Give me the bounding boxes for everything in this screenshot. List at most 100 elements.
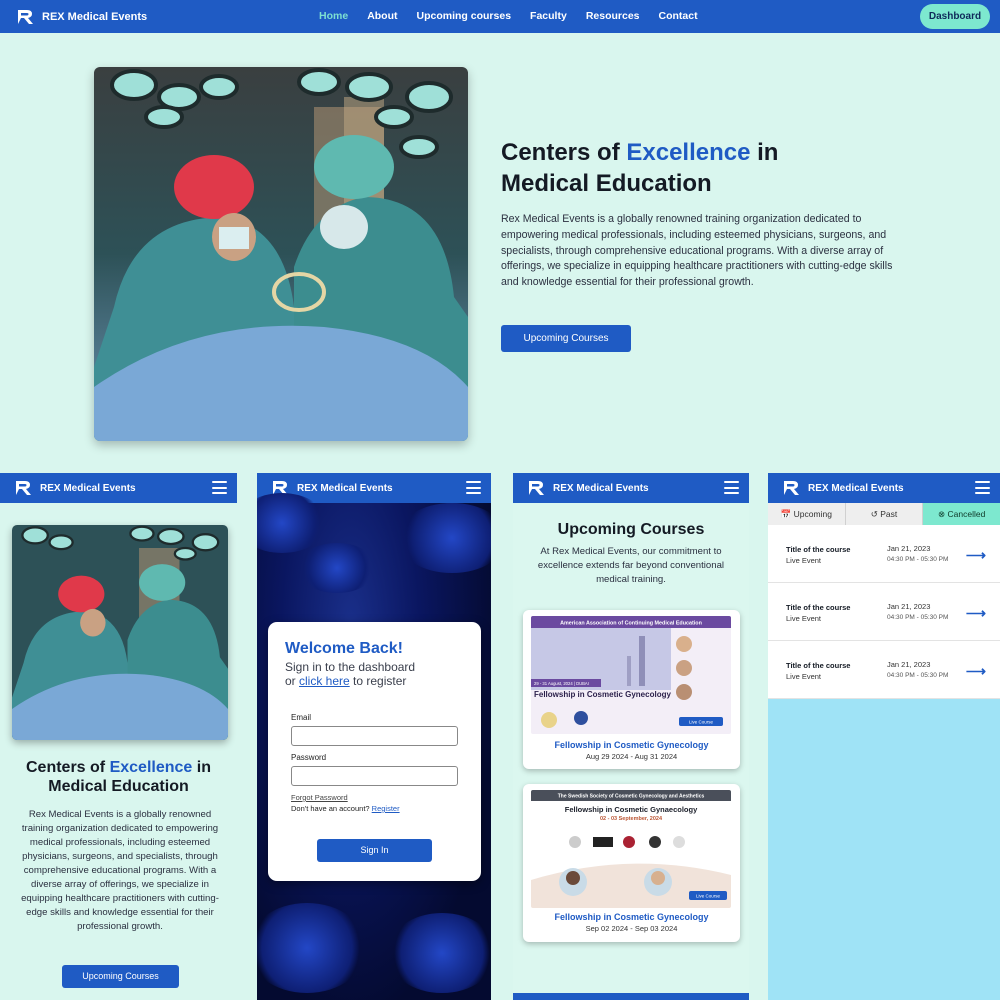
tab-upcoming-label: Upcoming <box>793 509 832 519</box>
event-time: 04:30 PM - 05:30 PM <box>887 614 949 621</box>
event-tabs: 📅 Upcoming ↺ Past ⊗ Cancelled <box>768 503 1000 525</box>
mobile-upcoming-courses-button[interactable]: Upcoming Courses <box>62 965 179 988</box>
event-date: Jan 21, 2023 <box>887 660 931 669</box>
poster-title: Fellowship in Cosmetic Gynaecology <box>565 805 698 814</box>
mobile-brand[interactable]: REX Medical Events <box>527 479 649 497</box>
nav-resources[interactable]: Resources <box>586 10 640 22</box>
hero-title-suffix: in <box>192 759 211 776</box>
hero-description: Rex Medical Events is a globally renowne… <box>501 213 893 289</box>
course-dates: Aug 29 2024 - Aug 31 2024 <box>585 752 678 761</box>
course-poster-image: American Association of Continuing Medic… <box>531 616 731 734</box>
login-card: Welcome Back! Sign in to the dashboard o… <box>268 622 481 881</box>
login-subtitle-or: or <box>285 674 300 688</box>
email-label: Email <box>291 713 312 722</box>
nav-home[interactable]: Home <box>319 10 348 22</box>
event-row[interactable]: Title of the course Live Event Jan 21, 2… <box>768 583 1000 641</box>
poster-header: American Association of Continuing Medic… <box>560 621 702 627</box>
rex-logo-icon <box>16 481 31 495</box>
event-date: Jan 21, 2023 <box>887 602 931 611</box>
poster-date: 29 - 31 August, 2024 | DUBAI <box>534 681 589 686</box>
event-type: Live Event <box>786 614 822 623</box>
login-title: Welcome Back! <box>285 640 403 657</box>
brand-name: REX Medical Events <box>297 482 393 494</box>
event-type: Live Event <box>786 672 822 681</box>
arrow-right-icon[interactable]: ⟶ <box>966 605 986 622</box>
register-link[interactable]: click here <box>299 674 350 688</box>
event-date: Jan 21, 2023 <box>887 544 931 553</box>
brand-name: REX Medical Events <box>553 482 649 494</box>
tab-cancelled[interactable]: ⊗ Cancelled <box>923 503 1000 525</box>
tab-past-label: Past <box>880 509 898 519</box>
event-row[interactable]: Title of the course Live Event Jan 21, 2… <box>768 641 1000 699</box>
hero-title-line2: Medical Education <box>501 170 712 197</box>
mobile-navbar: REX Medical Events <box>768 473 1000 503</box>
event-title: Title of the course <box>786 603 851 612</box>
email-field[interactable] <box>291 726 458 746</box>
mobile-hero-image <box>12 525 228 740</box>
tab-past[interactable]: ↺ Past <box>845 503 924 525</box>
no-account-label: Don't have an account? <box>291 804 372 813</box>
calendar-icon: 📅 <box>780 509 792 519</box>
poster-badge: Live Course <box>689 720 714 725</box>
rex-logo-icon <box>18 10 33 24</box>
nav-upcoming-courses[interactable]: Upcoming courses <box>417 10 512 22</box>
mobile-navbar: REX Medical Events <box>513 473 749 503</box>
mobile-hero-description: Rex Medical Events is a globally renowne… <box>21 809 219 932</box>
course-card[interactable]: The Swedish Society of Cosmetic Gynecolo… <box>523 784 740 942</box>
password-label: Password <box>291 753 327 762</box>
rex-logo-icon <box>529 481 544 495</box>
sign-in-button[interactable]: Sign In <box>317 839 432 862</box>
event-row[interactable]: Title of the course Live Event Jan 21, 2… <box>768 525 1000 583</box>
poster-badge: Live Course <box>696 894 721 899</box>
brand-name: REX Medical Events <box>808 482 904 494</box>
poster-date: 02 - 03 September, 2024 <box>600 816 663 822</box>
rex-logo-icon <box>784 481 799 495</box>
mobile-login-panel: REX Medical Events Welcome Back! Sign in… <box>257 473 491 1000</box>
footer-bar <box>513 993 749 1000</box>
top-navbar: REX Medical Events Home About Upcoming c… <box>0 0 1000 33</box>
mobile-brand[interactable]: REX Medical Events <box>14 479 136 497</box>
login-subtitle: Sign in to the dashboard or click here t… <box>285 660 465 688</box>
mobile-navbar: REX Medical Events <box>0 473 237 503</box>
hero-title-accent: Excellence <box>109 759 193 776</box>
nav-links: Home About Upcoming courses Faculty Reso… <box>319 10 698 22</box>
course-dates: Sep 02 2024 - Sep 03 2024 <box>585 924 678 933</box>
forgot-password-link[interactable]: Forgot Password <box>291 793 348 802</box>
mobile-courses-panel: REX Medical Events Upcoming Courses At R… <box>513 473 749 1000</box>
brand[interactable]: REX Medical Events <box>16 8 147 26</box>
mobile-home-panel: REX Medical Events Centers of Excellence… <box>0 473 237 1000</box>
mobile-brand[interactable]: REX Medical Events <box>782 479 904 497</box>
mobile-events-panel: REX Medical Events 📅 Upcoming ↺ Past ⊗ C… <box>768 473 1000 1000</box>
arrow-right-icon[interactable]: ⟶ <box>966 663 986 680</box>
arrow-right-icon[interactable]: ⟶ <box>966 547 986 564</box>
register-link-small[interactable]: Register <box>372 804 400 813</box>
nav-contact[interactable]: Contact <box>659 10 698 22</box>
course-card[interactable]: American Association of Continuing Medic… <box>523 610 740 769</box>
hamburger-menu-icon[interactable] <box>975 481 990 494</box>
dashboard-button[interactable]: Dashboard <box>920 4 990 29</box>
upcoming-courses-button[interactable]: Upcoming Courses <box>501 325 631 352</box>
event-list: Title of the course Live Event Jan 21, 2… <box>768 525 1000 699</box>
hero-title: Centers of Excellence in Medical Educatio… <box>501 137 861 199</box>
tab-upcoming[interactable]: 📅 Upcoming <box>768 503 846 525</box>
event-time: 04:30 PM - 05:30 PM <box>887 672 949 679</box>
hero-title-prefix: Centers of <box>26 759 110 776</box>
hamburger-menu-icon[interactable] <box>724 481 739 494</box>
nav-faculty[interactable]: Faculty <box>530 10 567 22</box>
hero-title-line2: Medical Education <box>48 778 189 795</box>
course-name: Fellowship in Cosmetic Gynecology <box>554 740 709 750</box>
hero-image-surgeons <box>94 67 468 441</box>
brand-name: REX Medical Events <box>42 11 148 23</box>
tab-cancelled-label: Cancelled <box>947 509 986 519</box>
password-field[interactable] <box>291 766 458 786</box>
hamburger-menu-icon[interactable] <box>212 481 227 494</box>
poster-header: The Swedish Society of Cosmetic Gynecolo… <box>558 794 705 800</box>
hero-title-prefix: Centers of <box>501 139 627 166</box>
hamburger-menu-icon[interactable] <box>466 481 481 494</box>
hero-title-accent: Excellence <box>626 139 751 166</box>
event-type: Live Event <box>786 556 822 565</box>
event-title: Title of the course <box>786 661 851 670</box>
mobile-hero-title: Centers of Excellence in Medical Educatio… <box>8 758 229 796</box>
no-account-text: Don't have an account? Register <box>291 804 400 813</box>
nav-about[interactable]: About <box>367 10 397 22</box>
